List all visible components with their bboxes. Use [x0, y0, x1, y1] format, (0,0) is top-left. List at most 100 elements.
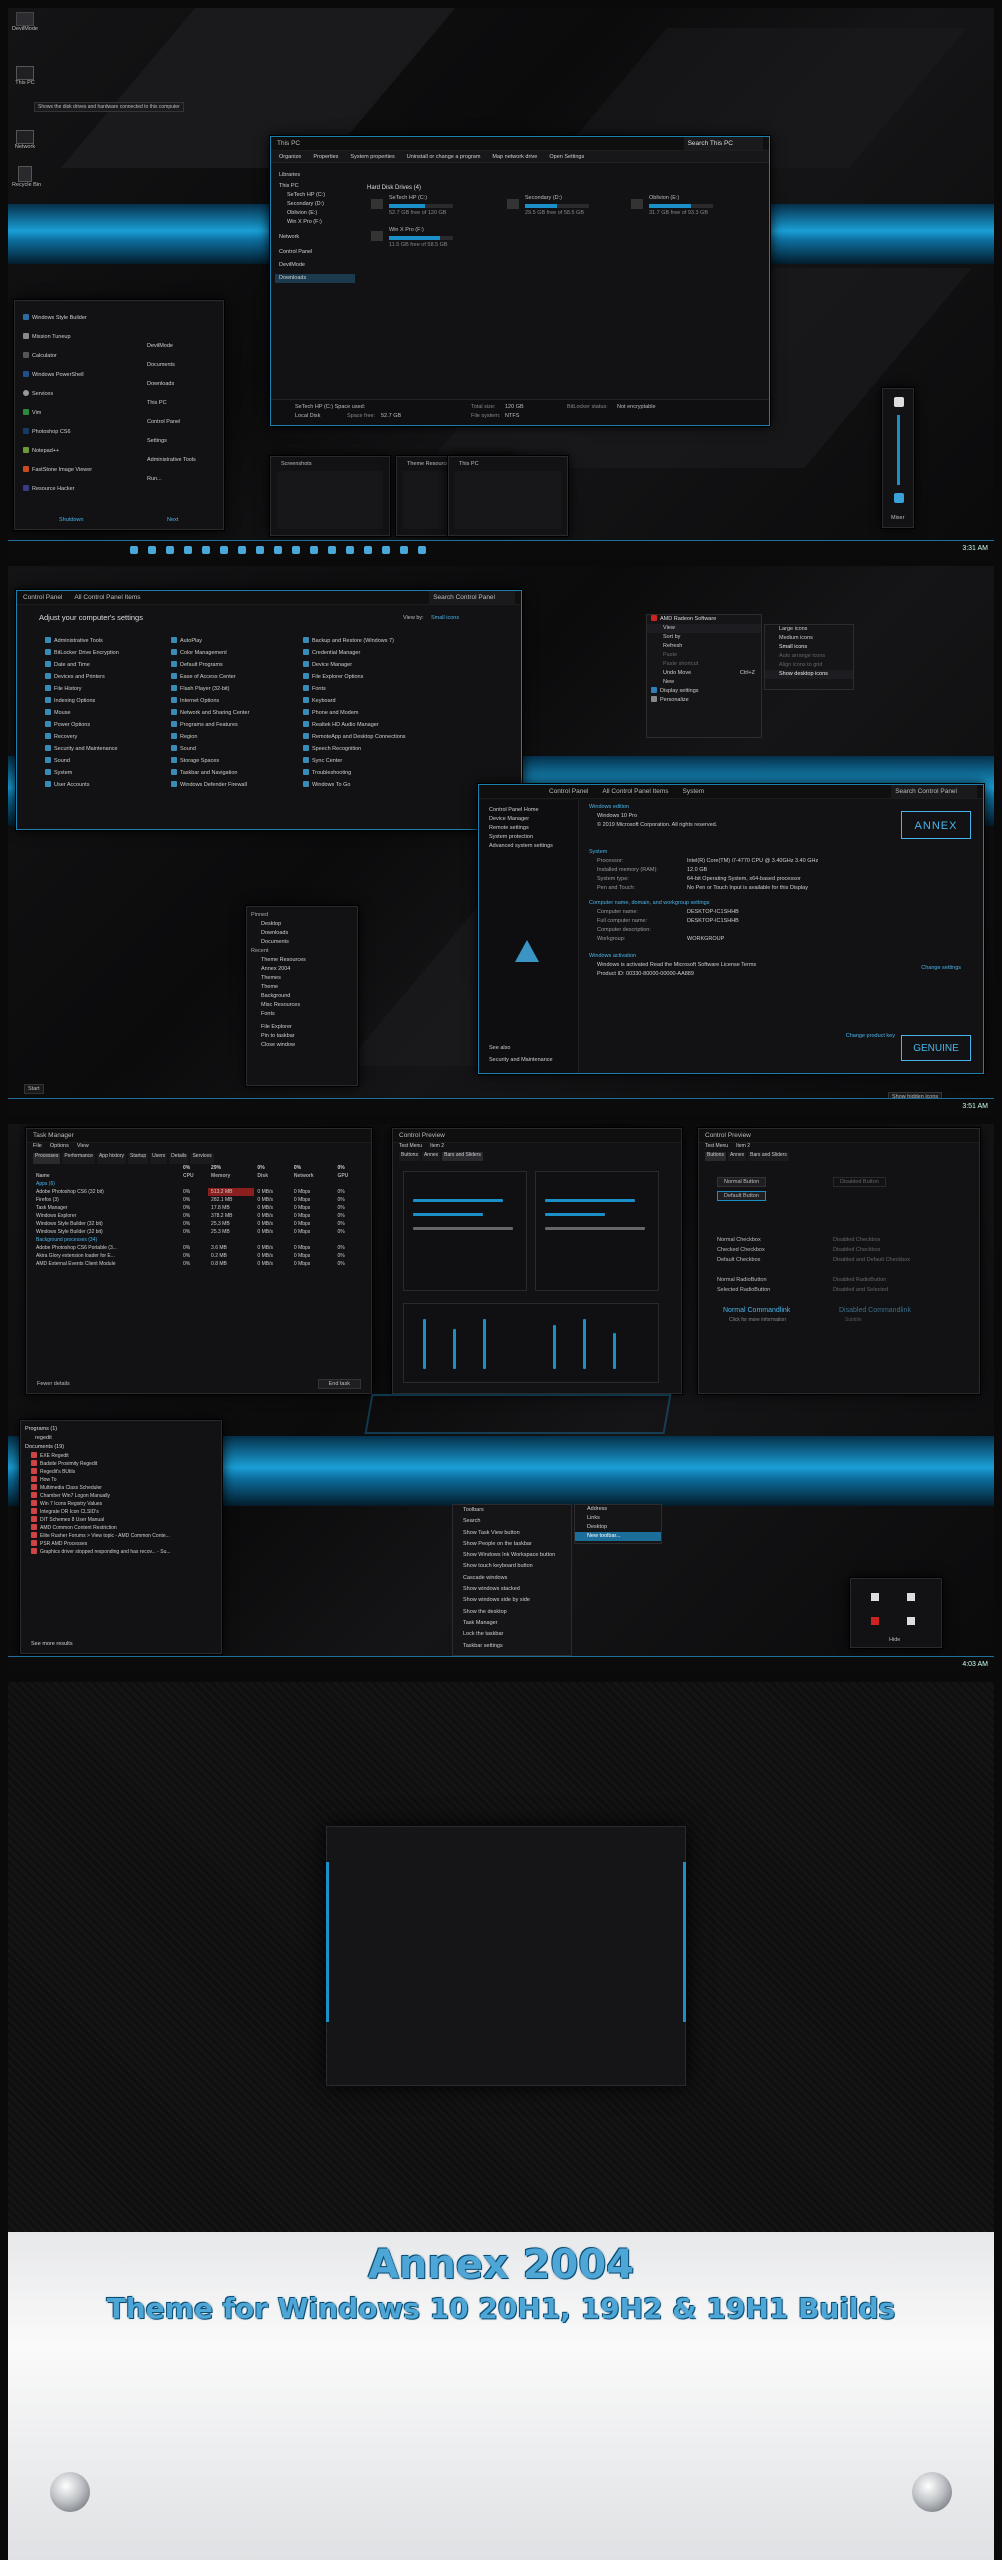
table-row[interactable]: Adobe Photoshop CS6 (32 bit) 0% 513.2 MB 0 … — [33, 1188, 363, 1196]
table-row[interactable]: Adobe Photoshop CS6 Portable (3... 0% 3.6 … — [33, 1244, 363, 1252]
normal-button[interactable]: Normal Button — [717, 1177, 767, 1187]
change-settings-link[interactable]: Change settings — [921, 965, 961, 971]
table-row[interactable]: Windows Style Builder (32 bit) 0% 25.3 MB 0… — [33, 1220, 363, 1228]
jump-action[interactable]: File Explorer — [247, 1023, 357, 1032]
tab[interactable]: Buttons — [705, 1152, 726, 1161]
jump-item[interactable]: Desktop — [247, 920, 357, 929]
sidebar-device-manager[interactable]: Device Manager — [479, 815, 578, 824]
taskbar-menu-item[interactable]: Lock the taskbar — [453, 1629, 571, 1640]
start-app[interactable]: Mission Tuneup — [19, 328, 129, 347]
breadcrumb-item[interactable]: All Control Panel Items — [602, 785, 668, 798]
start-place[interactable]: Downloads — [143, 375, 219, 394]
context-menu-undo[interactable]: Undo Move Ctrl+Z — [647, 669, 761, 678]
start-app[interactable]: Resource Hacker — [19, 480, 129, 499]
table-header[interactable]: Name CPU Memory Disk Network GPU — [33, 1172, 363, 1180]
end-task-button[interactable]: End task — [317, 1379, 361, 1389]
cp-item[interactable]: System — [41, 767, 161, 779]
taskbar-app-icon[interactable] — [130, 546, 138, 554]
jump-item[interactable]: Documents — [247, 938, 357, 947]
tab-services[interactable]: Services — [190, 1153, 214, 1164]
context-menu-view[interactable]: View — [647, 624, 761, 633]
menu-item[interactable]: Item 2 — [430, 1143, 444, 1152]
drive-tile-c[interactable]: SeTech HP (C:) 52.7 GB free of 120 GB — [371, 195, 481, 221]
taskbar-app-icon[interactable] — [328, 546, 336, 554]
jump-item[interactable]: Theme — [247, 983, 357, 992]
cp-item[interactable]: Date and Time — [41, 659, 161, 671]
tab-details[interactable]: Details — [169, 1153, 189, 1164]
tab[interactable]: Bars and Sliders — [748, 1152, 789, 1161]
mute-icon[interactable] — [894, 493, 904, 503]
menu-item[interactable]: Test Menu — [399, 1143, 422, 1152]
next-button[interactable]: Next — [167, 517, 178, 523]
taskbar-app-icon[interactable] — [148, 546, 156, 554]
result-item[interactable]: PSR AMD Processes — [21, 1540, 221, 1548]
nav-item[interactable]: Win X Pro (F:) — [275, 218, 355, 227]
result-item[interactable]: AMD Common Content Restriction — [21, 1524, 221, 1532]
taskbar-menu-item[interactable]: Toolbars — [453, 1505, 571, 1516]
taskbar-app-icon[interactable] — [256, 546, 264, 554]
menu-options[interactable]: Options — [50, 1143, 69, 1153]
nav-item-selected[interactable]: Downloads — [275, 274, 355, 283]
taskbar-thumbnail[interactable]: Screenshots — [270, 456, 390, 536]
result-item[interactable]: Integrate DR Icon CLSID's — [21, 1508, 221, 1516]
taskbar-app-icon[interactable] — [202, 546, 210, 554]
taskbar-menu-item[interactable]: Show People on the taskbar — [453, 1539, 571, 1550]
cp-item[interactable]: Region — [167, 731, 287, 743]
desktop-icon-recycle-bin[interactable]: Recycle Bin — [12, 166, 41, 188]
cp-item[interactable]: Sound — [167, 743, 287, 755]
menu-item[interactable]: Item 2 — [736, 1143, 750, 1152]
breadcrumb-item[interactable]: Control Panel — [549, 785, 588, 798]
radio[interactable]: Normal RadioButton — [717, 1277, 767, 1283]
cp-item[interactable]: Mouse — [41, 707, 161, 719]
cp-item[interactable]: Sound — [41, 755, 161, 767]
desktop-icon-network[interactable]: Network — [12, 130, 38, 150]
jump-action[interactable]: Pin to taskbar — [247, 1032, 357, 1041]
taskbar-app-icon[interactable] — [310, 546, 318, 554]
tray-icon[interactable] — [907, 1617, 915, 1625]
start-place[interactable]: Run... — [143, 470, 219, 489]
cp-item[interactable]: Indexing Options — [41, 695, 161, 707]
ribbon-map-drive[interactable]: Map network drive — [492, 151, 537, 162]
cp-item[interactable]: Administrative Tools — [41, 635, 161, 647]
cp-item[interactable]: Windows To Go — [299, 779, 439, 791]
menu-item[interactable]: Test Menu — [705, 1143, 728, 1152]
start-place[interactable]: DevilMode — [143, 337, 219, 356]
submenu-item-selected[interactable]: Small icons — [765, 643, 853, 652]
tab-users[interactable]: Users — [150, 1153, 168, 1164]
submenu-item-selected[interactable]: New toolbar... — [575, 1532, 661, 1541]
taskbar-app-icon[interactable] — [418, 546, 426, 554]
table-row[interactable]: AMD External Events Client Module 0% 0.8 M… — [33, 1260, 363, 1268]
ribbon-uninstall[interactable]: Uninstall or change a program — [407, 151, 481, 162]
result-item[interactable]: EXE Regedit — [21, 1452, 221, 1460]
start-place[interactable]: Administrative Tools — [143, 451, 219, 470]
change-product-key-link[interactable]: Change product key — [846, 1033, 895, 1039]
submenu-item[interactable]: Medium icons — [765, 634, 853, 643]
sidebar-system-protection[interactable]: System protection — [479, 833, 578, 842]
submenu-item[interactable]: Auto arrange icons — [765, 652, 853, 661]
cp-item[interactable]: Recovery — [41, 731, 161, 743]
context-menu-refresh[interactable]: Refresh — [647, 642, 761, 651]
jump-item[interactable]: Misc Resources — [247, 1001, 357, 1010]
desktop-icon-this-pc[interactable]: This PC — [12, 66, 38, 86]
cp-item[interactable]: Network and Sharing Center — [167, 707, 287, 719]
nav-item[interactable]: This PC — [275, 182, 355, 191]
cp-item[interactable]: Troubleshooting — [299, 767, 439, 779]
table-row[interactable]: Firefox (3) 0% 282.1 MB 0 MB/s 0 Mbps 0% — [33, 1196, 363, 1204]
cp-item[interactable]: Power Options — [41, 719, 161, 731]
context-menu-header[interactable]: AMD Radeon Software — [647, 615, 761, 624]
table-row[interactable]: Task Manager 0% 17.8 MB 0 MB/s 0 Mbps 0% — [33, 1204, 363, 1212]
cp-item[interactable]: Internet Options — [167, 695, 287, 707]
vertical-slider[interactable] — [583, 1319, 586, 1369]
sidebar-advanced[interactable]: Advanced system settings — [479, 842, 578, 851]
context-menu-paste[interactable]: Paste — [647, 651, 761, 660]
start-place[interactable]: Settings — [143, 432, 219, 451]
see-more-link[interactable]: See more results — [21, 1640, 73, 1649]
start-app[interactable]: Windows PowerShell — [19, 366, 129, 385]
drive-tile-d[interactable]: Secondary (D:) 29.5 GB free of 58.5 GB — [507, 195, 617, 221]
nav-item[interactable]: Libraries — [275, 171, 355, 180]
start-place[interactable]: Control Panel — [143, 413, 219, 432]
submenu-item[interactable]: Desktop — [575, 1523, 661, 1532]
taskbar-app-icon[interactable] — [274, 546, 282, 554]
start-app[interactable]: FastStone Image Viewer — [19, 461, 129, 480]
result-item[interactable]: Graphics driver stopped responding and h… — [21, 1548, 221, 1556]
